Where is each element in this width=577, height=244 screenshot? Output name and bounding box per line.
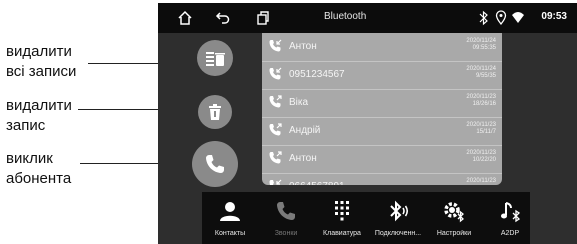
annotation-call-subscriber-line2: абонента [6, 170, 72, 187]
calls-icon [277, 202, 295, 220]
annotation-delete-record-line2: запис [6, 117, 46, 134]
a2dp-music-icon [501, 202, 521, 223]
call-history-row[interactable]: 0951234567 2020/11/24 9/55/35 [262, 61, 502, 90]
call-datetime: 2020/11/23 [466, 178, 496, 185]
recent-apps-icon[interactable] [254, 9, 272, 27]
annotation-call-subscriber: виклик абонента [6, 149, 71, 189]
status-bar: Bluetooth 09:53 [158, 3, 577, 33]
trash-icon [209, 104, 221, 120]
call-time: 18/26/16 [472, 101, 496, 107]
call-contact-name: 0951234567 [289, 69, 345, 80]
annotation-delete-record: видалити запис [6, 96, 72, 136]
back-icon[interactable] [214, 9, 232, 27]
call-history-row[interactable]: Антон 2020/11/23 10/22/20 [262, 145, 502, 174]
nav-connections-label: Подключенн... [374, 230, 422, 237]
call-contact-name: Антон [289, 153, 317, 164]
call-datetime: 2020/11/24 09:55:35 [466, 38, 496, 52]
clock: 09:53 [541, 11, 567, 22]
nav-contacts[interactable]: Контакты [202, 192, 258, 244]
call-history-row[interactable]: 0664567891 2020/11/23 [262, 173, 502, 185]
delete-all-button[interactable] [197, 40, 233, 76]
call-history-list[interactable]: Антон 2020/11/24 09:55:35 0951234567 2020/11… [262, 33, 502, 185]
outgoing-call-icon [268, 95, 282, 109]
call-contact-name: Андрій [289, 125, 321, 136]
call-contact-name: Антон [289, 41, 317, 52]
contacts-icon [220, 202, 240, 221]
annotation-delete-all: видалити всі записи [6, 42, 76, 82]
call-history-row[interactable]: Віка 2020/11/23 18/26/16 [262, 89, 502, 118]
bluetooth-settings-icon [444, 202, 464, 223]
call-datetime: 2020/11/24 9/55/35 [466, 66, 496, 80]
nav-contacts-label: Контакты [214, 230, 246, 237]
call-datetime: 2020/11/23 18/26/16 [466, 94, 496, 108]
incoming-call-icon [268, 39, 282, 53]
call-date: 2020/11/23 [466, 122, 496, 128]
call-time: 9/55/35 [475, 73, 496, 79]
incoming-call-icon [268, 67, 282, 81]
call-date: 2020/11/24 [466, 38, 496, 44]
keypad-icon [335, 201, 349, 221]
outgoing-call-icon [268, 123, 282, 137]
call-time: 10/22/20 [472, 157, 496, 163]
wifi-icon [512, 12, 524, 23]
call-contact-name: 0664567891 [289, 181, 345, 185]
nav-connections[interactable]: Подключенн... [370, 192, 426, 244]
annotation-delete-all-line1: видалити [6, 43, 72, 60]
outgoing-call-icon [268, 151, 282, 165]
nav-calls-label: Звонки [274, 230, 298, 237]
call-time: 15/11/7 [476, 129, 496, 135]
nav-calls[interactable]: Звонки [258, 192, 314, 244]
call-time: 09:55:35 [472, 45, 496, 51]
annotation-delete-all-line2: всі записи [6, 63, 77, 80]
call-datetime: 2020/11/23 15/11/7 [466, 122, 496, 136]
annotation-call-subscriber-line1: виклик [6, 150, 53, 167]
call-date: 2020/11/23 [466, 150, 496, 156]
delete-all-icon [206, 52, 225, 66]
delete-record-button[interactable] [198, 95, 232, 129]
incoming-call-icon [268, 179, 282, 185]
location-icon [495, 10, 507, 26]
call-history-row[interactable]: Андрій 2020/11/23 15/11/7 [262, 117, 502, 146]
nav-settings-label: Настройки [436, 230, 472, 237]
head-unit-screen: Bluetooth 09:53 Антон 2020/11/24 09:55:3… [158, 3, 577, 244]
nav-settings[interactable]: Настройки [426, 192, 482, 244]
nav-keypad-label: Клавиатура [323, 230, 361, 237]
phone-icon [206, 155, 224, 173]
call-contact-name: Віка [289, 97, 309, 108]
call-date: 2020/11/23 [466, 178, 496, 184]
nav-a2dp[interactable]: A2DP [482, 192, 538, 244]
bottom-nav-bar: Контакты Звонки Клавиатура Подключенн...… [202, 192, 530, 244]
call-date: 2020/11/23 [466, 94, 496, 100]
nav-a2dp-label: A2DP [500, 230, 520, 237]
status-bar-title: Bluetooth [324, 11, 367, 22]
bluetooth-connection-icon [390, 200, 409, 222]
annotation-delete-record-line1: видалити [6, 97, 72, 114]
bluetooth-status-icon [479, 10, 488, 26]
call-datetime: 2020/11/23 10/22/20 [466, 150, 496, 164]
home-icon[interactable] [176, 9, 194, 27]
nav-keypad[interactable]: Клавиатура [314, 192, 370, 244]
call-history-row[interactable]: Антон 2020/11/24 09:55:35 [262, 33, 502, 62]
call-date: 2020/11/24 [466, 66, 496, 72]
call-button[interactable] [192, 141, 238, 187]
